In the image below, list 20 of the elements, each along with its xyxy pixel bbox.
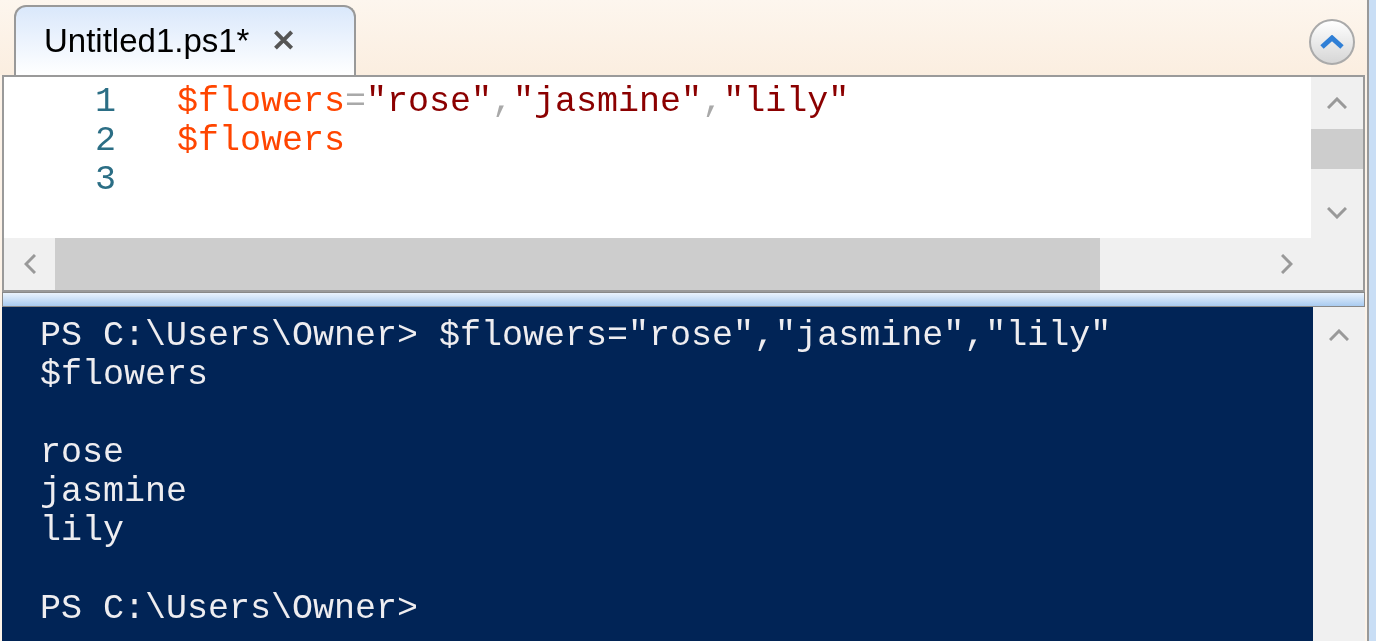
console-line: lily [40, 511, 124, 551]
close-icon[interactable]: ✕ [271, 26, 297, 56]
variable-token: $flowers [177, 83, 346, 122]
console-line: jasmine [40, 472, 188, 512]
console-line: rose [40, 433, 124, 473]
line-number: 3 [94, 161, 116, 200]
line-number: 1 [94, 83, 116, 122]
file-tab[interactable]: Untitled1.ps1* ✕ [14, 5, 356, 75]
console-line: $flowers [40, 355, 209, 395]
operator-token: , [702, 83, 724, 122]
operator-token: , [492, 83, 514, 122]
string-token: "rose" [366, 83, 493, 122]
string-token: "lily" [723, 83, 850, 122]
operator-token: = [345, 83, 367, 122]
variable-token: $flowers [177, 122, 346, 161]
string-token: "jasmine" [513, 83, 703, 122]
line-number: 2 [94, 122, 116, 161]
tab-title: Untitled1.ps1* [44, 21, 250, 62]
console-line: PS C:\Users\Owner> [40, 589, 419, 629]
console-line: PS C:\Users\Owner> $flowers="rose","jasmine","lily" [40, 316, 1112, 356]
